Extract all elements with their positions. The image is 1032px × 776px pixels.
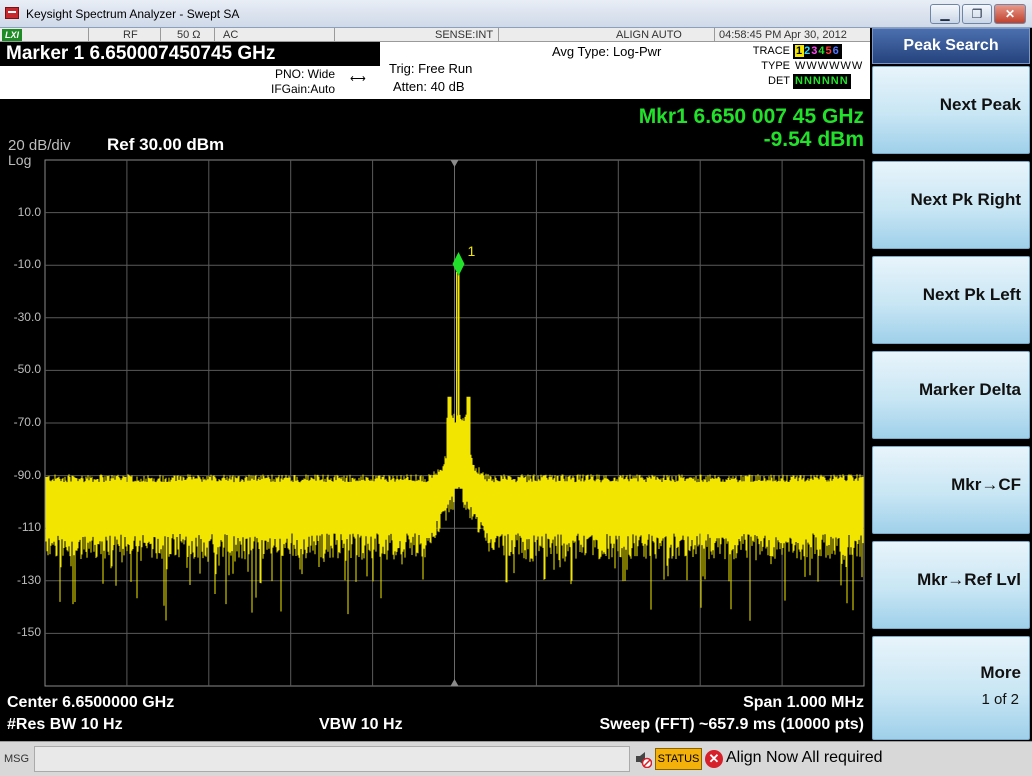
trace-numbers[interactable]: 123456	[793, 44, 842, 59]
attenuation-setting: Atten: 40 dB	[393, 79, 465, 94]
menu-title: Peak Search	[872, 28, 1030, 64]
span: Span 1.000 MHz	[743, 694, 864, 711]
marker-to-ref-level-button[interactable]: Mkr→Ref Lvl	[872, 541, 1030, 629]
resolution-bandwidth: #Res BW 10 Hz	[7, 716, 123, 733]
spectrum-plot[interactable]: 1	[0, 99, 870, 740]
lxi-logo: LXI	[2, 29, 22, 41]
type-label: TYPE	[761, 60, 790, 72]
softkey-sublabel: 1 of 2	[981, 691, 1019, 708]
window-title: Keysight Spectrum Analyzer - Swept SA	[26, 7, 240, 21]
softkey-label: More	[980, 663, 1021, 682]
speaker-muted-icon[interactable]	[634, 750, 652, 768]
status-message: Align Now All required	[726, 749, 883, 766]
message-bar: MSG STATUS ✕ Align Now All required	[0, 741, 1032, 776]
y-tick-label: -50.0	[13, 362, 41, 377]
minimize-button[interactable]: ▁	[930, 4, 960, 24]
y-tick-label: -10.0	[13, 257, 41, 272]
impedance-status: 50 Ω	[160, 28, 214, 42]
arrow-icon: ⟷	[350, 73, 366, 85]
reference-level: Ref 30.00 dBm	[107, 135, 225, 154]
marker-frequency: Mkr1 6.650 007 45 GHz	[638, 105, 864, 128]
msg-label: MSG	[4, 753, 30, 765]
center-frequency: Center 6.6500000 GHz	[7, 694, 175, 711]
next-peak-button[interactable]: Next Peak	[872, 66, 1030, 154]
y-tick-label: -90.0	[13, 467, 41, 482]
softkey-label: Next Pk Right	[910, 190, 1021, 209]
close-button[interactable]: ✕	[994, 4, 1026, 24]
trigger-setting: Trig: Free Run	[389, 61, 473, 76]
trace-number[interactable]: 4	[818, 45, 825, 57]
trace-number[interactable]: 5	[826, 45, 833, 57]
next-peak-left-button[interactable]: Next Pk Left	[872, 256, 1030, 344]
sweep-time: Sweep (FFT) ~657.9 ms (10000 pts)	[599, 716, 864, 733]
y-tick-label: -150	[16, 625, 41, 640]
marker-readout: Marker 1 6.650007450745 GHz	[0, 42, 380, 66]
status-button[interactable]: STATUS	[655, 748, 702, 770]
coupling-status: AC	[214, 28, 334, 42]
app-icon	[5, 7, 19, 19]
y-tick-label: -130	[16, 572, 41, 587]
trace-detectors: NNNNNN	[793, 74, 851, 89]
trace-types: WWWWWW	[793, 59, 866, 74]
y-tick-label: -70.0	[13, 415, 41, 429]
datetime: 04:58:45 PM Apr 30, 2012	[714, 28, 870, 42]
spectrum-display[interactable]: 1 Mkr1 6.650 007 45 GHz -9.54 dBm 20 dB/…	[0, 99, 870, 740]
next-peak-right-button[interactable]: Next Pk Right	[872, 161, 1030, 249]
softkey-label: Next Pk Left	[922, 285, 1021, 304]
y-tick-label: 10.0	[17, 204, 41, 219]
pno-setting: PNO: Wide	[275, 67, 336, 81]
scale-type: Log	[8, 152, 32, 168]
avg-type: Avg Type: Log-Pwr	[552, 44, 662, 59]
window-titlebar: Keysight Spectrum Analyzer - Swept SA ▁ …	[0, 0, 1032, 28]
error-icon: ✕	[705, 750, 723, 768]
video-bandwidth: VBW 10 Hz	[319, 716, 403, 733]
more-button[interactable]: More 1 of 2	[872, 636, 1030, 740]
trace-number[interactable]: 6	[833, 45, 840, 57]
trace-table: TRACE 123456 TYPE WWWWWW DET NNNNNN	[752, 44, 866, 89]
marker-amplitude: -9.54 dBm	[763, 128, 864, 151]
maximize-button[interactable]: ❐	[962, 4, 992, 24]
marker-to-cf-button[interactable]: Mkr→CF	[872, 446, 1030, 534]
det-label: DET	[768, 75, 790, 87]
y-tick-label: -110	[17, 520, 41, 535]
sense-status: SENSE:INT	[334, 28, 498, 42]
message-field	[34, 746, 630, 772]
softkey-label: Next Peak	[939, 95, 1021, 114]
trace-number[interactable]: 1	[795, 45, 805, 57]
trace-label: TRACE	[752, 45, 790, 57]
marker-1-label: 1	[468, 243, 476, 259]
marker-delta-button[interactable]: Marker Delta	[872, 351, 1030, 439]
input-status: RF	[88, 28, 160, 42]
status-strip: LXI RF 50 Ω AC SENSE:INT ALIGN AUTO 04:5…	[0, 28, 870, 42]
softkey-panel: Peak Search Next Peak Next Pk Right Next…	[870, 28, 1032, 741]
align-status: ALIGN AUTO	[498, 28, 714, 42]
softkey-label: Mkr→Ref Lvl	[917, 570, 1021, 589]
y-tick-label: -30.0	[13, 309, 41, 324]
softkey-label: Mkr→CF	[951, 475, 1021, 494]
info-header: Marker 1 6.650007450745 GHz PNO: Wide ⟷ …	[0, 42, 870, 99]
ifgain-setting: IFGain:Auto	[271, 82, 336, 96]
softkey-label: Marker Delta	[918, 380, 1021, 399]
